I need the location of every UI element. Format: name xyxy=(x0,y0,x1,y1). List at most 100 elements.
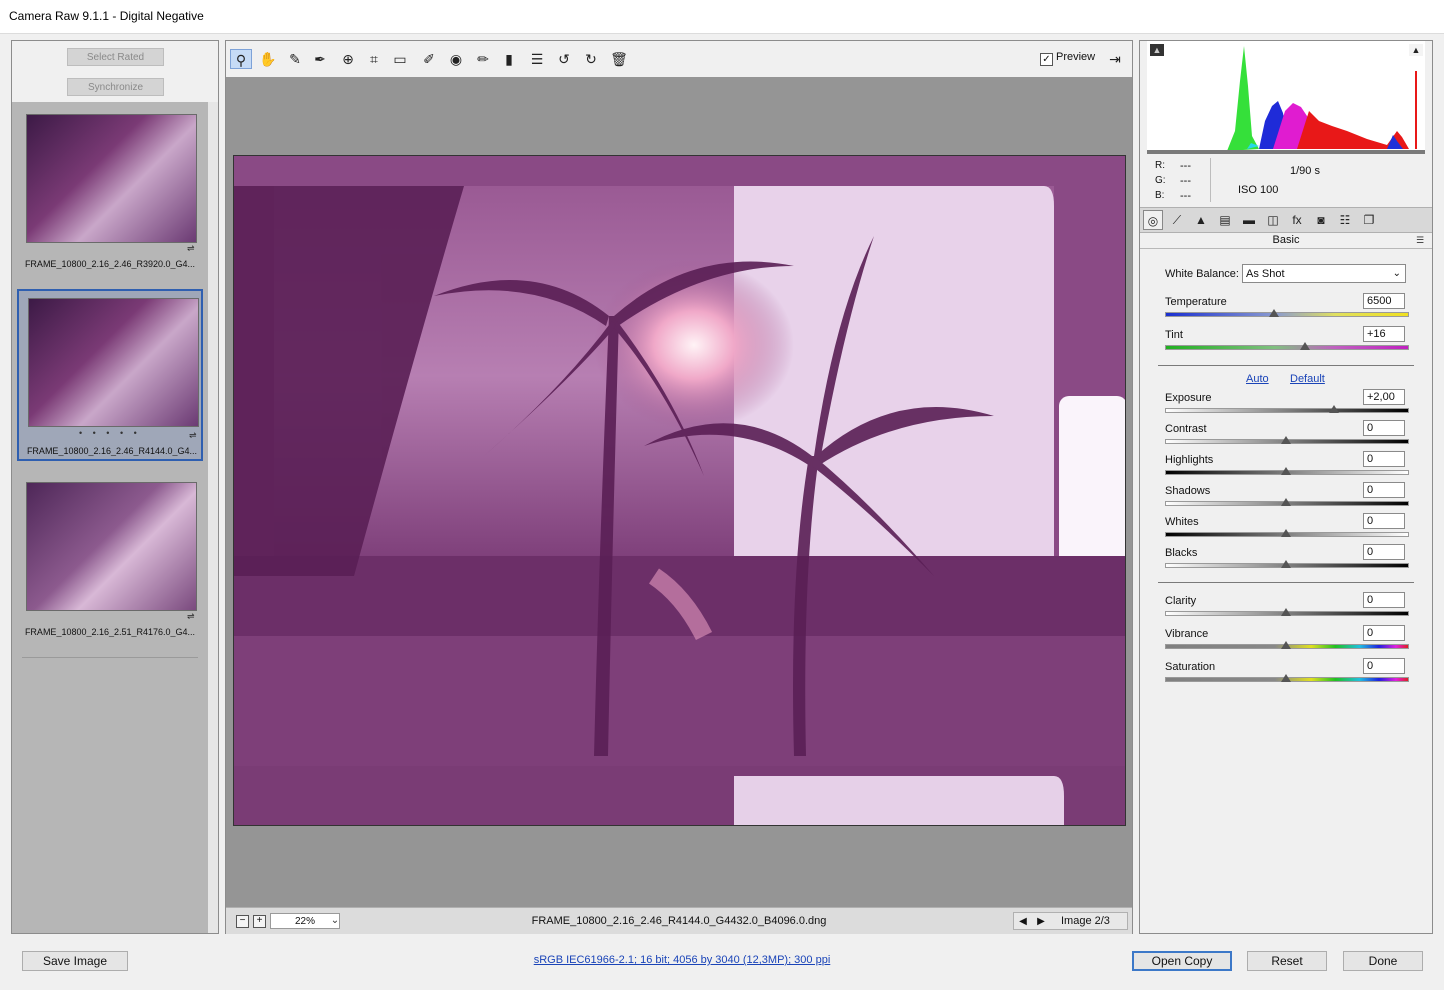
highlights-label: Highlights xyxy=(1165,454,1214,466)
saturation-slider-thumb[interactable] xyxy=(1281,674,1291,682)
camera-icon[interactable]: ◙ xyxy=(1311,210,1331,230)
red-eye-icon[interactable]: ◉ xyxy=(445,49,467,69)
tint-slider-thumb[interactable] xyxy=(1300,342,1310,350)
snapshots-icon[interactable]: ❐ xyxy=(1359,210,1379,230)
brush-icon[interactable]: ✏ xyxy=(472,49,494,69)
select-rated-button[interactable]: Select Rated xyxy=(67,48,164,66)
badge-icon: ⇌ xyxy=(187,611,195,621)
checkbox-icon[interactable]: ✓ xyxy=(1040,53,1053,66)
tint-value-field[interactable]: +16 xyxy=(1363,326,1405,342)
filmstrip-item[interactable]: ⇌ FRAME_10800_2.16_2.51_R4176.0_G4... xyxy=(17,472,203,644)
fx-icon[interactable]: fx xyxy=(1287,210,1307,230)
filmstrip-item[interactable]: ⇌ FRAME_10800_2.16_2.46_R3920.0_G4... xyxy=(17,104,203,276)
clarity-label: Clarity xyxy=(1165,595,1197,607)
filmstrip-scrollbar[interactable] xyxy=(208,102,218,933)
fullscreen-icon[interactable]: ⇥ xyxy=(1104,49,1126,69)
preview-image[interactable] xyxy=(233,155,1126,826)
shadow-clipping-icon[interactable]: ▲ xyxy=(1150,44,1164,56)
workflow-options-text[interactable]: sRGB IEC61966-2.1; 16 bit; 4056 by 3040 … xyxy=(534,954,831,966)
vibrance-slider-thumb[interactable] xyxy=(1281,641,1291,649)
main-area: ⚲ ✋ ✎ ✒ ⊕ ⌗ ▭ ✐ ◉ ✏ ▮ ☰ ↺ ↻ 🗑 ✓ Preview ⇥ xyxy=(225,40,1133,934)
toolbar: ⚲ ✋ ✎ ✒ ⊕ ⌗ ▭ ✐ ◉ ✏ ▮ ☰ ↺ ↻ 🗑 xyxy=(226,41,1132,78)
synchronize-button[interactable]: Synchronize xyxy=(67,78,164,96)
preview-checkbox[interactable]: ✓ Preview xyxy=(1040,51,1095,66)
image-count: Image 2/3 xyxy=(1061,915,1110,927)
clarity-slider-thumb[interactable] xyxy=(1281,608,1291,616)
saturation-value-field[interactable]: 0 xyxy=(1363,658,1405,674)
contrast-label: Contrast xyxy=(1165,423,1207,435)
panel-menu-icon[interactable]: ☰ xyxy=(1416,235,1424,246)
image-canvas[interactable] xyxy=(226,77,1132,907)
color-sampler-icon[interactable]: ✒ xyxy=(309,49,331,69)
filmstrip-caption: FRAME_10800_2.16_2.46_R4144.0_G4... xyxy=(26,446,198,456)
r-value: --- xyxy=(1180,160,1191,172)
white-balance-select[interactable]: As Shot ⌄ xyxy=(1242,264,1406,283)
rotate-right-icon[interactable]: ↻ xyxy=(580,49,602,69)
shadows-label: Shadows xyxy=(1165,485,1211,497)
eyedropper-icon[interactable]: ✎ xyxy=(284,49,306,69)
next-image-button[interactable]: ▶ xyxy=(1035,914,1047,930)
shadows-slider-thumb[interactable] xyxy=(1281,498,1291,506)
histogram-graph xyxy=(1147,41,1425,154)
clarity-value-field[interactable]: 0 xyxy=(1363,592,1405,608)
white-balance-label: White Balance: xyxy=(1165,268,1239,280)
temperature-slider-track[interactable] xyxy=(1165,312,1409,317)
open-copy-button[interactable]: Open Copy xyxy=(1132,951,1232,971)
chevron-down-icon: ⌄ xyxy=(1392,268,1401,279)
temperature-slider-thumb[interactable] xyxy=(1269,309,1279,317)
adjustments-panel: ▲ ▲ R: --- G: --- B: --- 1/90 s ISO 100 … xyxy=(1139,40,1433,934)
b-value: --- xyxy=(1180,190,1191,202)
highlights-slider-thumb[interactable] xyxy=(1281,467,1291,475)
lens-icon[interactable]: ◫ xyxy=(1263,210,1283,230)
zoom-icon[interactable]: ⚲ xyxy=(230,49,252,69)
vibrance-value-field[interactable]: 0 xyxy=(1363,625,1405,641)
trash-icon[interactable]: 🗑 xyxy=(608,49,630,69)
tone-curve-icon[interactable]: ⟋ xyxy=(1167,210,1187,230)
shadows-value-field[interactable]: 0 xyxy=(1363,482,1405,498)
rating-dots[interactable]: • • • • • xyxy=(79,428,141,438)
title-bar: Camera Raw 9.1.1 - Digital Negative xyxy=(0,0,1444,34)
crop-icon[interactable]: ⌗ xyxy=(363,49,385,69)
auto-link[interactable]: Auto xyxy=(1246,373,1269,385)
exposure-slider-track[interactable] xyxy=(1165,408,1409,413)
reset-button[interactable]: Reset xyxy=(1247,951,1327,971)
temperature-value-field[interactable]: 6500 xyxy=(1363,293,1405,309)
whites-value-field[interactable]: 0 xyxy=(1363,513,1405,529)
exposure-slider-thumb[interactable] xyxy=(1329,405,1339,413)
target-adjust-icon[interactable]: ⊕ xyxy=(337,49,359,69)
image-navigator: ◀ ▶ Image 2/3 xyxy=(1013,912,1128,930)
done-button[interactable]: Done xyxy=(1343,951,1423,971)
hsl-icon[interactable]: ▤ xyxy=(1215,210,1235,230)
contrast-slider-thumb[interactable] xyxy=(1281,436,1291,444)
highlights-value-field[interactable]: 0 xyxy=(1363,451,1405,467)
presets-icon[interactable]: ☷ xyxy=(1335,210,1355,230)
tint-slider-track[interactable] xyxy=(1165,345,1409,350)
previous-image-button[interactable]: ◀ xyxy=(1017,914,1029,930)
hand-icon[interactable]: ✋ xyxy=(257,49,279,69)
preview-photo-art xyxy=(234,156,1125,825)
filmstrip-item-selected[interactable]: • • • • • ⇌ FRAME_10800_2.16_2.46_R4144.… xyxy=(17,289,203,461)
histogram: ▲ ▲ xyxy=(1147,41,1425,154)
blacks-value-field[interactable]: 0 xyxy=(1363,544,1405,560)
split-toning-icon[interactable]: ▬ xyxy=(1239,210,1259,230)
thumbnail-image xyxy=(26,482,197,611)
window-title: Camera Raw 9.1.1 - Digital Negative xyxy=(9,9,204,23)
straighten-icon[interactable]: ▭ xyxy=(389,49,411,69)
badge-icon: ⇌ xyxy=(187,243,195,253)
highlight-clipping-icon[interactable]: ▲ xyxy=(1409,44,1423,56)
whites-slider-thumb[interactable] xyxy=(1281,529,1291,537)
blacks-slider-thumb[interactable] xyxy=(1281,560,1291,568)
contrast-value-field[interactable]: 0 xyxy=(1363,420,1405,436)
meta-divider xyxy=(1210,158,1211,202)
list-icon[interactable]: ☰ xyxy=(526,49,548,69)
default-link[interactable]: Default xyxy=(1290,373,1325,385)
g-value: --- xyxy=(1180,175,1191,187)
exposure-value-field[interactable]: +2,00 xyxy=(1363,389,1405,405)
white-balance-value: As Shot xyxy=(1246,268,1285,280)
spot-removal-icon[interactable]: ✐ xyxy=(418,49,440,69)
detail-icon[interactable]: ▲ xyxy=(1191,210,1211,230)
rotate-left-icon[interactable]: ↺ xyxy=(553,49,575,69)
graduated-filter-icon[interactable]: ▮ xyxy=(498,49,520,69)
basic-icon[interactable]: ◎ xyxy=(1143,210,1163,230)
status-bar: − + 22% ⌄ FRAME_10800_2.16_2.46_R4144.0_… xyxy=(226,907,1132,934)
